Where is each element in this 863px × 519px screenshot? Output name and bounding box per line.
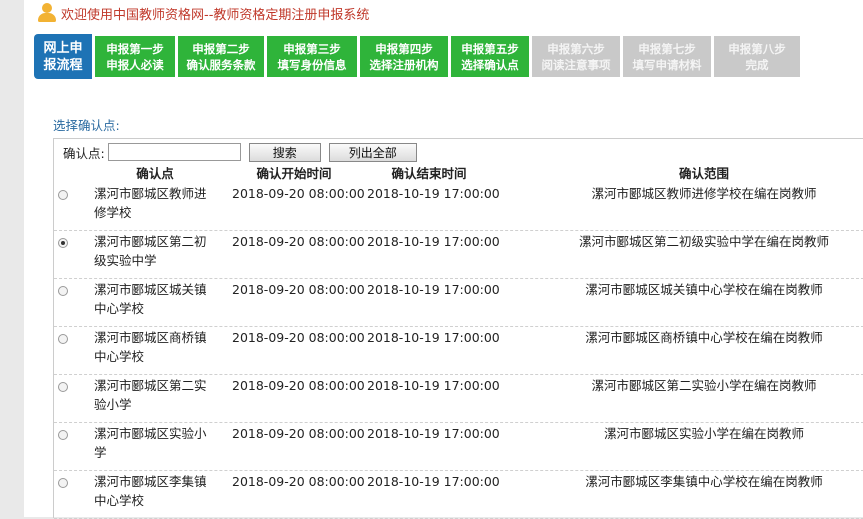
step-8: 申报第八步 完成 (714, 36, 800, 77)
header: 欢迎使用中国教师资格网--教师资格定期注册申报系统 (36, 2, 369, 24)
cell-range: 漯河市郾城区城关镇中心学校在编在岗教师 (585, 282, 823, 297)
step-bar-title: 网上申 报流程 (34, 34, 92, 79)
table-row[interactable]: 漯河市郾城区城关镇中心学校 2018-09-20 08:00:00 2018-1… (54, 279, 863, 327)
cell-end: 2018-10-19 17:00:00 (367, 186, 500, 201)
cell-range: 漯河市郾城区第二实验小学在编在岗教师 (591, 378, 817, 393)
cell-start: 2018-09-20 08:00:00 (232, 426, 365, 441)
cell-range: 漯河市郾城区实验小学在编在岗教师 (603, 426, 804, 441)
header-end: 确认结束时间 (391, 166, 467, 181)
header-start: 确认开始时间 (256, 166, 332, 181)
row-radio[interactable] (58, 430, 68, 440)
header-name: 确认点 (136, 166, 174, 181)
step-3: 申报第三步 填写身份信息 (267, 36, 357, 77)
cell-start: 2018-09-20 08:00:00 (232, 378, 365, 393)
cell-end: 2018-10-19 17:00:00 (367, 282, 500, 297)
cell-end: 2018-10-19 17:00:00 (367, 234, 500, 249)
step-4: 申报第四步 选择注册机构 (360, 36, 448, 77)
cell-range: 漯河市郾城区商桥镇中心学校在编在岗教师 (585, 330, 823, 345)
cell-end: 2018-10-19 17:00:00 (367, 330, 500, 345)
cell-start: 2018-09-20 08:00:00 (232, 474, 365, 489)
row-radio[interactable] (58, 334, 68, 344)
step-bar: 网上申 报流程 申报第一步 申报人必读 申报第二步 确认服务条款 申报第三步 填… (34, 34, 800, 79)
cell-name: 漯河市郾城区实验小学 (94, 426, 207, 460)
step-6: 申报第六步 阅读注意事项 (532, 36, 620, 77)
list-all-button[interactable]: 列出全部 (328, 142, 417, 162)
table-body: 漯河市郾城区教师进修学校 2018-09-20 08:00:00 2018-10… (54, 183, 863, 519)
step-1: 申报第一步 申报人必读 (95, 36, 175, 77)
row-radio[interactable] (58, 382, 68, 392)
cell-start: 2018-09-20 08:00:00 (232, 186, 365, 201)
confirm-point-panel: 确认点: 搜索 列出全部 确认点 确认开始时间 确认结束时间 确认范围 漯河市郾… (53, 138, 863, 519)
cell-name: 漯河市郾城区第二实验小学 (94, 378, 207, 412)
table-header: 确认点 确认开始时间 确认结束时间 确认范围 (54, 163, 863, 181)
table-row[interactable]: 漯河市郾城区实验小学 2018-09-20 08:00:00 2018-10-1… (54, 423, 863, 471)
row-radio[interactable] (58, 478, 68, 488)
step-5: 申报第五步 选择确认点 (451, 36, 529, 77)
page-title: 欢迎使用中国教师资格网--教师资格定期注册申报系统 (61, 7, 370, 23)
cell-range: 漯河市郾城区第二初级实验中学在编在岗教师 (578, 234, 829, 249)
table-row[interactable]: 漯河市郾城区商桥镇中心学校 2018-09-20 08:00:00 2018-1… (54, 327, 863, 375)
user-icon (36, 3, 58, 23)
page: 欢迎使用中国教师资格网--教师资格定期注册申报系统 网上申 报流程 申报第一步 … (24, 0, 863, 519)
search-input[interactable] (107, 143, 241, 161)
cell-start: 2018-09-20 08:00:00 (232, 282, 365, 297)
table-row[interactable]: 漯河市郾城区李集镇中心学校 2018-09-20 08:00:00 2018-1… (54, 471, 863, 519)
table-row[interactable]: 漯河市郾城区第二初级实验中学 2018-09-20 08:00:00 2018-… (54, 231, 863, 279)
step-7: 申报第七步 填写申请材料 (623, 36, 711, 77)
section-title: 选择确认点: (53, 118, 120, 133)
row-radio[interactable] (58, 286, 68, 296)
cell-name: 漯河市郾城区城关镇中心学校 (94, 282, 207, 316)
table-row[interactable]: 漯河市郾城区第二实验小学 2018-09-20 08:00:00 2018-10… (54, 375, 863, 423)
cell-end: 2018-10-19 17:00:00 (367, 378, 500, 393)
search-button[interactable]: 搜索 (248, 142, 321, 162)
cell-start: 2018-09-20 08:00:00 (232, 234, 365, 249)
cell-range: 漯河市郾城区教师进修学校在编在岗教师 (591, 186, 817, 201)
search-label: 确认点: (63, 145, 105, 161)
step-2: 申报第二步 确认服务条款 (178, 36, 264, 77)
cell-name: 漯河市郾城区教师进修学校 (94, 186, 207, 220)
cell-start: 2018-09-20 08:00:00 (232, 330, 365, 345)
cell-range: 漯河市郾城区李集镇中心学校在编在岗教师 (585, 474, 823, 489)
header-range: 确认范围 (678, 166, 729, 181)
cell-name: 漯河市郾城区商桥镇中心学校 (94, 330, 207, 364)
row-radio[interactable] (58, 190, 68, 200)
cell-end: 2018-10-19 17:00:00 (367, 474, 500, 489)
table-row[interactable]: 漯河市郾城区教师进修学校 2018-09-20 08:00:00 2018-10… (54, 183, 863, 231)
cell-end: 2018-10-19 17:00:00 (367, 426, 500, 441)
row-radio[interactable] (58, 238, 68, 248)
cell-name: 漯河市郾城区第二初级实验中学 (94, 234, 207, 268)
search-bar: 确认点: 搜索 列出全部 (63, 142, 417, 162)
cell-name: 漯河市郾城区李集镇中心学校 (94, 474, 207, 508)
